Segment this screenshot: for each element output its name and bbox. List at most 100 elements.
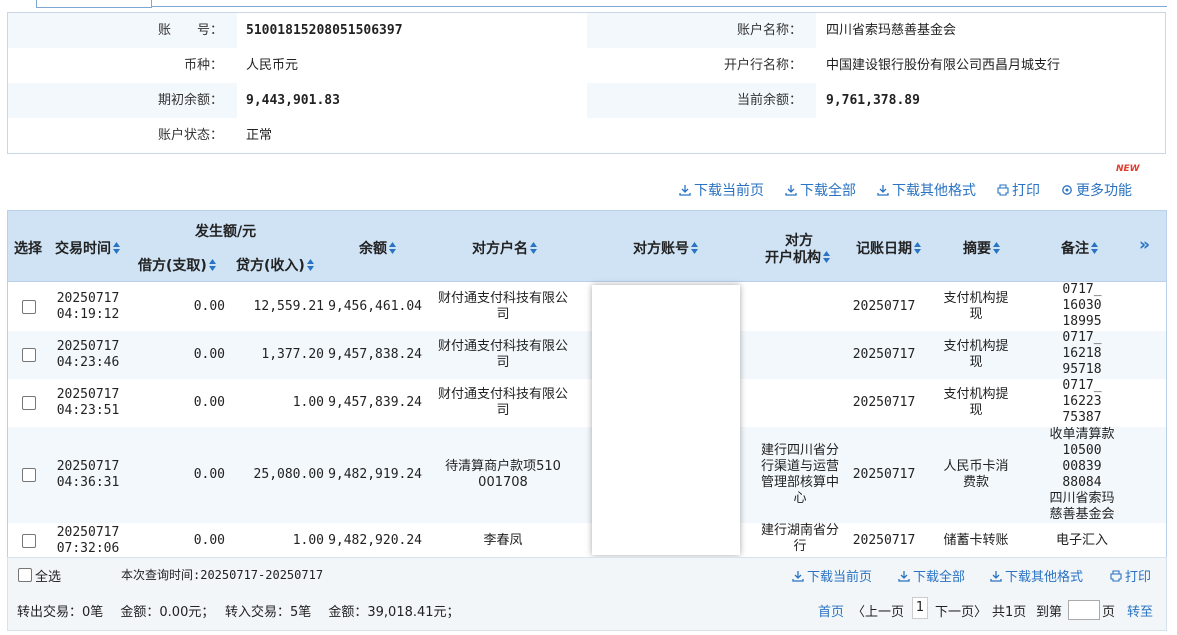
- row-remark: 0717_: [1062, 378, 1102, 393]
- tab-strip: [0, 0, 1177, 10]
- col-counterparty-name[interactable]: 对方户名: [472, 238, 537, 258]
- row-balance: 9,482,920.24: [328, 533, 422, 548]
- row-summary: 支付机构提: [943, 387, 1009, 402]
- download-icon: [792, 571, 804, 582]
- footer-download-all-label: 下载全部: [913, 570, 966, 585]
- account-no-label: 账 号：: [157, 23, 223, 38]
- col-counterparty-account[interactable]: 对方账号: [633, 238, 698, 258]
- col-summary[interactable]: 摘要: [963, 238, 1000, 258]
- row-time: 07:32:06: [56, 541, 120, 556]
- row-remark: 0717_: [1062, 330, 1102, 345]
- row-checkbox[interactable]: [22, 468, 36, 482]
- col-counterparty-bank[interactable]: 开户机构: [765, 247, 830, 267]
- row-checkbox[interactable]: [22, 534, 36, 548]
- prev-page-link[interactable]: 〈上一页: [852, 601, 904, 620]
- page-unit-label: 页: [1102, 605, 1116, 620]
- current-balance-value: 9,761,378.89: [826, 93, 920, 108]
- col-counterparty-bank-label: 开户机构: [765, 250, 821, 266]
- row-counterparty-bank: 管理部核算中: [760, 475, 839, 490]
- row-credit: 25,080.00: [253, 467, 324, 482]
- opening-balance-value: 9,443,901.83: [246, 93, 340, 108]
- col-balance-label: 余额: [359, 241, 387, 257]
- row-counterparty-bank: 心: [793, 491, 807, 506]
- select-all-checkbox[interactable]: [18, 568, 32, 582]
- footer-download-all-link[interactable]: 下载全部: [898, 566, 965, 585]
- row-counterparty-name-cont: 司: [496, 355, 510, 370]
- expand-columns-icon[interactable]: »: [1139, 235, 1150, 255]
- active-tab[interactable]: [36, 0, 152, 8]
- row-remark: 慈善基金会: [1049, 507, 1115, 522]
- table-row: 20250717 04:23:51 0.00 1.00 9,457,839.24 财付通支…: [8, 378, 1166, 427]
- redaction-overlay: [592, 285, 740, 555]
- row-debit: 0.00: [193, 395, 225, 410]
- download-other-link[interactable]: 下载其他格式: [877, 180, 976, 200]
- transactions-table: 选择 交易时间 发生额/元 借方(支取) 贷方(收入) 余额 对方户名 对方账号…: [7, 210, 1167, 558]
- status-label: 账户状态：: [157, 128, 223, 143]
- next-page-link[interactable]: 下一页〉: [935, 601, 987, 620]
- account-no-value: 51001815208051506397: [246, 23, 403, 38]
- row-credit: 1,377.20: [261, 347, 324, 362]
- sort-icon: [823, 251, 830, 263]
- query-time: 本次查询时间:20250717-20250717: [121, 568, 324, 582]
- sort-icon: [1091, 242, 1098, 254]
- download-icon: [990, 571, 1002, 582]
- first-page-link[interactable]: 首页: [818, 601, 844, 620]
- download-all-link[interactable]: 下载全部: [785, 180, 856, 200]
- download-current-link[interactable]: 下载当前页: [679, 180, 764, 200]
- col-posting-date[interactable]: 记账日期: [856, 238, 921, 258]
- row-counterparty-bank: 行渠道与运营: [760, 459, 839, 474]
- row-remark: 四川省索玛: [1049, 491, 1115, 506]
- goto-page-input[interactable]: [1068, 600, 1100, 620]
- row-summary: 支付机构提: [943, 291, 1009, 306]
- row-summary: 现: [969, 355, 983, 370]
- row-debit: 0.00: [193, 467, 225, 482]
- row-counterparty-name: 财付通支付科技有限公: [437, 387, 568, 402]
- total-pages: 共1页: [992, 605, 1027, 620]
- row-posting-date: 20250717: [852, 347, 916, 362]
- row-credit: 12,559.21: [253, 299, 324, 314]
- row-counterparty-bank: 建行湖南省分: [760, 523, 839, 538]
- sort-icon: [306, 259, 314, 271]
- footer-print-link[interactable]: 打印: [1110, 566, 1151, 585]
- footer-download-other-link[interactable]: 下载其他格式: [990, 566, 1083, 585]
- col-time[interactable]: 交易时间: [55, 238, 120, 258]
- info-row-currency: 币种： 人民币元 开户行名称： 中国建设银行股份有限公司西昌月城支行: [8, 48, 1165, 83]
- table-row: 20250717 04:36:31 0.00 25,080.00 9,482,919.2…: [8, 427, 1166, 523]
- row-summary: 费款: [962, 475, 989, 490]
- table-footer: 全选 本次查询时间:20250717-20250717 下载当前页 下载全部 下…: [7, 557, 1167, 631]
- row-counterparty-name: 财付通支付科技有限公: [437, 291, 568, 306]
- row-balance: 9,456,461.04: [328, 299, 422, 314]
- sort-icon: [113, 242, 120, 254]
- col-credit-label: 贷方(收入): [236, 258, 305, 274]
- row-remark: 16030: [1062, 298, 1102, 313]
- row-summary: 现: [969, 403, 983, 418]
- col-balance[interactable]: 余额: [359, 238, 396, 258]
- row-summary: 支付机构提: [943, 339, 1009, 354]
- sort-icon: [389, 242, 396, 254]
- current-balance-label: 当前余额：: [736, 93, 802, 108]
- col-debit[interactable]: 借方(支取): [138, 255, 216, 275]
- row-time: 04:36:31: [56, 475, 120, 490]
- col-credit[interactable]: 贷方(收入): [236, 255, 314, 275]
- account-name-label: 账户名称：: [736, 23, 802, 38]
- col-remark-label: 备注: [1061, 241, 1089, 257]
- col-remark[interactable]: 备注: [1061, 238, 1098, 258]
- row-summary: 储蓄卡转账: [943, 533, 1009, 548]
- currency-label: 币种：: [183, 58, 223, 73]
- row-date: 20250717: [56, 291, 120, 306]
- more-functions-link[interactable]: 更多功能: [1061, 180, 1132, 200]
- go-button[interactable]: 转至: [1127, 601, 1153, 620]
- row-checkbox[interactable]: [22, 300, 36, 314]
- sort-icon: [530, 242, 537, 254]
- col-time-label: 交易时间: [55, 241, 111, 257]
- row-remark: 0717_: [1062, 282, 1102, 297]
- currency-value: 人民币元: [246, 58, 299, 73]
- sort-icon: [691, 242, 698, 254]
- row-checkbox[interactable]: [22, 348, 36, 362]
- status-value: 正常: [246, 128, 273, 143]
- footer-download-current-link[interactable]: 下载当前页: [792, 566, 872, 585]
- row-date: 20250717: [56, 459, 120, 474]
- row-remark: 收单清算款: [1049, 427, 1115, 442]
- print-link[interactable]: 打印: [997, 180, 1040, 200]
- row-checkbox[interactable]: [22, 396, 36, 410]
